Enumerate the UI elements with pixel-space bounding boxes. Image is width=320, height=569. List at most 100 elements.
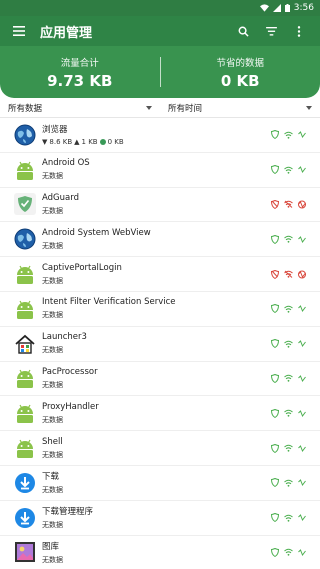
wifi-icon[interactable] bbox=[284, 131, 293, 139]
app-name: 下载管理程序 bbox=[42, 507, 94, 518]
mobile-data-icon[interactable] bbox=[298, 130, 306, 139]
download-icon bbox=[14, 507, 36, 529]
mobile-data-icon[interactable] bbox=[298, 478, 306, 487]
time-filter-value: 所有时间 bbox=[168, 103, 203, 114]
shield-icon[interactable] bbox=[271, 478, 279, 488]
app-status: 无数据 bbox=[42, 241, 63, 250]
more-icon[interactable] bbox=[288, 20, 310, 42]
shield-icon[interactable] bbox=[271, 304, 279, 314]
app-name: 浏览器 bbox=[42, 125, 68, 136]
list-item[interactable]: PacProcessor 无数据 bbox=[0, 362, 320, 397]
total-traffic-label: 流量合计 bbox=[60, 57, 99, 69]
chevron-down-icon bbox=[306, 105, 312, 110]
app-name: Launcher3 bbox=[42, 332, 87, 343]
download-icon bbox=[14, 472, 36, 494]
saved-data-value: 0 KB bbox=[220, 71, 260, 90]
wifi-icon[interactable] bbox=[284, 235, 293, 243]
app-rule-icons bbox=[271, 165, 306, 175]
mobile-data-icon[interactable] bbox=[298, 548, 306, 557]
app-status: 无数据 bbox=[42, 276, 63, 285]
shield-icon[interactable] bbox=[271, 339, 279, 349]
list-item[interactable]: Android System WebView 无数据 bbox=[0, 222, 320, 258]
mobile-data-icon[interactable] bbox=[298, 165, 306, 174]
saved-amount: 0 KB bbox=[107, 138, 124, 147]
app-rule-icons bbox=[271, 513, 306, 523]
app-traffic: ▼ 8.6 KB ▲ 1 KB 0 KB bbox=[42, 138, 271, 146]
mobile-data-icon[interactable] bbox=[298, 235, 306, 244]
wifi-icon[interactable] bbox=[284, 409, 293, 417]
globe-icon bbox=[14, 124, 36, 146]
shield-icon[interactable] bbox=[271, 165, 279, 175]
shield-icon[interactable] bbox=[271, 199, 279, 209]
mobile-data-icon[interactable] bbox=[298, 270, 306, 279]
house-icon bbox=[14, 333, 36, 355]
shield-icon[interactable] bbox=[271, 234, 279, 244]
android-icon bbox=[14, 367, 36, 389]
time-filter-select[interactable]: 所有时间 bbox=[160, 102, 320, 114]
wifi-icon[interactable] bbox=[284, 479, 293, 487]
app-status: 无数据 bbox=[42, 555, 63, 564]
list-item[interactable]: 浏览器 ▼ 8.6 KB ▲ 1 KB 0 KB bbox=[0, 118, 320, 153]
shield-icon[interactable] bbox=[271, 443, 279, 453]
mobile-data-icon[interactable] bbox=[298, 513, 306, 522]
wifi-icon[interactable] bbox=[284, 166, 293, 174]
app-rule-icons bbox=[271, 547, 306, 557]
shield-icon[interactable] bbox=[271, 130, 279, 140]
list-item[interactable]: Shell 无数据 bbox=[0, 431, 320, 466]
wifi-icon[interactable] bbox=[284, 305, 293, 313]
app-rule-icons bbox=[271, 478, 306, 488]
wifi-icon[interactable] bbox=[284, 548, 293, 557]
wifi-icon[interactable] bbox=[284, 340, 293, 348]
data-filter-select[interactable]: 所有数据 bbox=[0, 102, 160, 114]
list-item[interactable]: 下载 无数据 bbox=[0, 466, 320, 501]
mobile-data-icon[interactable] bbox=[298, 409, 306, 418]
app-status: 无数据 bbox=[42, 206, 63, 215]
wifi-icon[interactable] bbox=[284, 200, 293, 209]
list-item[interactable]: 图库 无数据 bbox=[0, 536, 320, 569]
app-list: 浏览器 ▼ 8.6 KB ▲ 1 KB 0 KB Android OS 无数据 Ad… bbox=[0, 118, 320, 569]
list-item[interactable]: Launcher3 无数据 bbox=[0, 327, 320, 362]
list-item[interactable]: Intent Filter Verification Service 无数据 bbox=[0, 292, 320, 327]
app-name: PacProcessor bbox=[42, 366, 98, 377]
arrow-up-icon: ▲ bbox=[74, 138, 80, 147]
download-amount: 8.6 KB bbox=[49, 138, 73, 147]
app-status: 无数据 bbox=[42, 346, 63, 355]
list-item[interactable]: AdGuard 无数据 bbox=[0, 188, 320, 223]
shield-icon[interactable] bbox=[271, 513, 279, 523]
mobile-data-icon[interactable] bbox=[298, 339, 306, 348]
menu-icon[interactable] bbox=[10, 22, 28, 40]
app-name: ProxyHandler bbox=[42, 401, 99, 412]
app-status: 无数据 bbox=[42, 172, 63, 181]
shield-icon[interactable] bbox=[271, 373, 279, 383]
mobile-data-icon[interactable] bbox=[298, 374, 306, 383]
app-rule-icons bbox=[271, 130, 306, 140]
app-name: Android System WebView bbox=[42, 227, 151, 238]
shield-icon[interactable] bbox=[271, 408, 279, 418]
app-rule-icons bbox=[271, 199, 306, 209]
mobile-data-icon[interactable] bbox=[298, 444, 306, 453]
wifi-icon[interactable] bbox=[284, 514, 293, 522]
list-item[interactable]: Android OS 无数据 bbox=[0, 153, 320, 188]
search-icon[interactable] bbox=[232, 20, 254, 42]
upload-amount: 1 KB bbox=[81, 138, 98, 147]
mobile-data-icon[interactable] bbox=[298, 304, 306, 313]
list-item[interactable]: 下载管理程序 无数据 bbox=[0, 501, 320, 536]
app-status: 无数据 bbox=[42, 415, 63, 424]
status-bar: 3:56 bbox=[0, 0, 320, 16]
app-status: 无数据 bbox=[42, 486, 63, 495]
shield-icon[interactable] bbox=[271, 547, 279, 557]
app-rule-icons bbox=[271, 269, 306, 279]
list-item[interactable]: ProxyHandler 无数据 bbox=[0, 396, 320, 432]
wifi-icon[interactable] bbox=[284, 270, 293, 278]
wifi-icon[interactable] bbox=[284, 374, 293, 383]
filter-icon[interactable] bbox=[260, 20, 282, 42]
adguard-shield-icon bbox=[14, 193, 36, 216]
list-item[interactable]: CaptivePortalLogin 无数据 bbox=[0, 257, 320, 292]
app-rule-icons bbox=[271, 304, 306, 314]
app-rule-icons bbox=[271, 443, 306, 453]
signal-icon bbox=[272, 4, 281, 12]
wifi-icon[interactable] bbox=[284, 444, 293, 452]
mobile-data-icon[interactable] bbox=[298, 200, 306, 209]
app-status: 无数据 bbox=[42, 450, 63, 459]
shield-icon[interactable] bbox=[271, 269, 279, 279]
